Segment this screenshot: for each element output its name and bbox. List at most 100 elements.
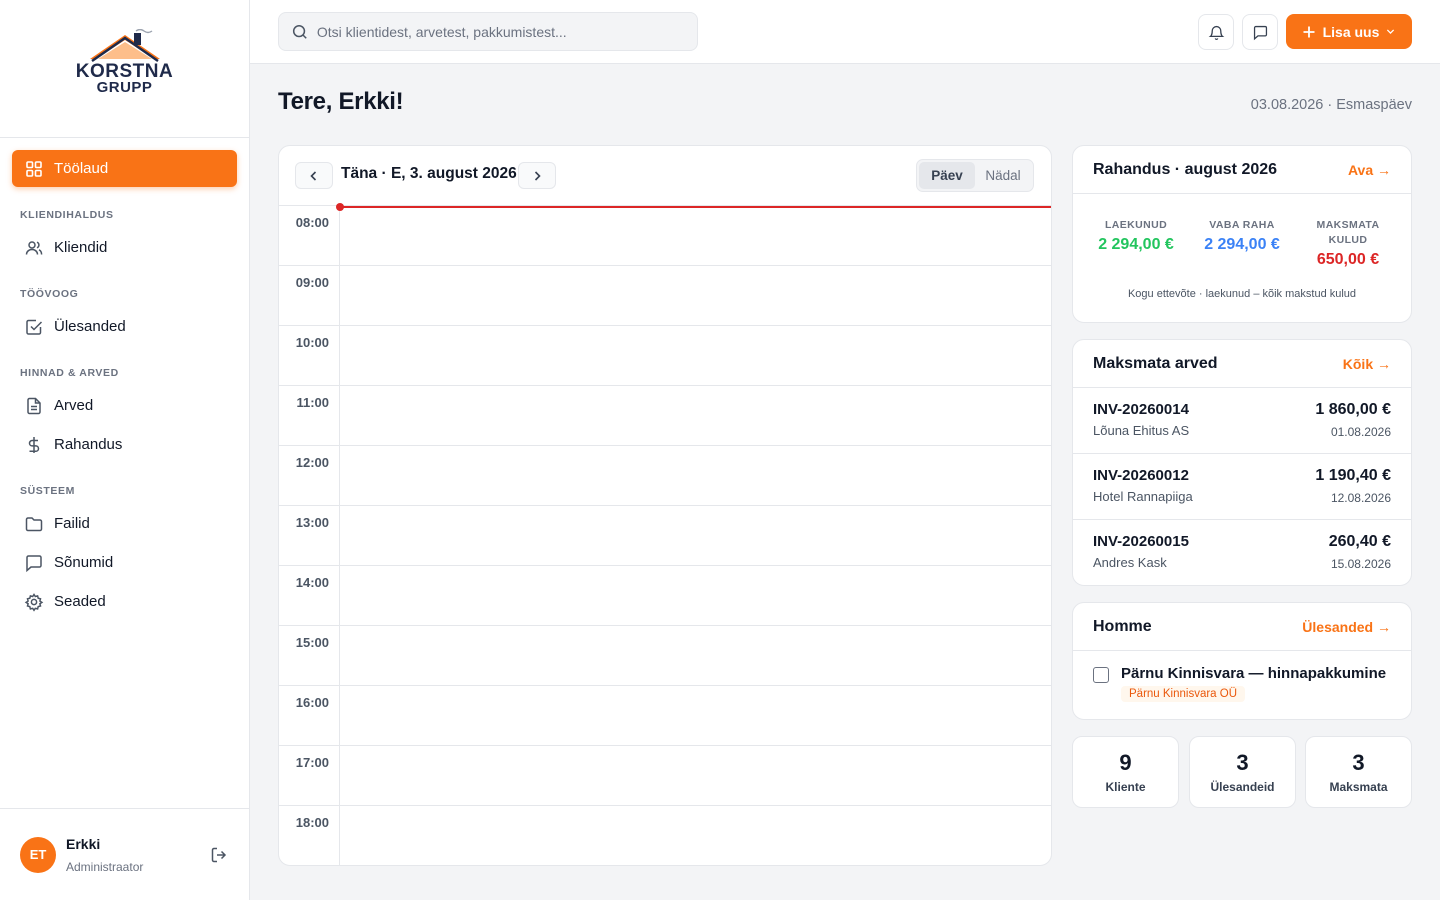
unpaid-invoices-all-link[interactable]: Kõik → [1343, 356, 1391, 372]
day-calendar: Täna · E, 3. august 2026 Päev Nädal 08:0… [278, 145, 1052, 866]
hour-row: 15:00 [279, 626, 1051, 686]
hour-slot[interactable] [339, 386, 1051, 445]
hour-slot[interactable] [339, 746, 1051, 805]
view-day-button[interactable]: Päev [919, 162, 975, 189]
message-icon [1253, 25, 1267, 40]
invoice-number: INV-20260014 [1093, 401, 1189, 418]
invoice-date: 12.08.2026 [1330, 491, 1391, 505]
hour-slot[interactable] [339, 326, 1051, 385]
gear-icon [24, 592, 44, 612]
hour-row: 17:00 [279, 746, 1051, 806]
chevron-right-icon [534, 170, 541, 181]
invoice-row[interactable]: INV-20260012 Hotel Rannapiiga 1 190,40 €… [1073, 454, 1411, 520]
unpaid-invoices-card: Maksmata arved Kõik → INV-20260014 Lõuna… [1072, 339, 1412, 586]
folder-icon [25, 516, 43, 531]
invoice-number: INV-20260012 [1093, 467, 1189, 484]
hour-label: 17:00 [295, 755, 329, 770]
stat-label: Ülesandeid [1210, 780, 1275, 794]
hour-slot[interactable] [339, 206, 1051, 265]
sidebar-item-sonumid[interactable]: Sõnumid [12, 544, 237, 581]
company-logo[interactable]: KORSTNA GRUPP [70, 28, 180, 109]
hour-label: 16:00 [295, 695, 329, 710]
logo-text-line2: GRUPP [96, 78, 153, 96]
grid-icon [26, 160, 42, 177]
hour-slot[interactable] [339, 506, 1051, 565]
nav-section-title: HINNAD & ARVED [20, 367, 119, 379]
finance-title: Rahandus · august 2026 [1093, 160, 1278, 178]
finance-note: Kogu ettevõte · laekunud – kõik makstud … [1127, 288, 1357, 300]
message-icon [26, 554, 42, 572]
logo-area: KORSTNA GRUPP [0, 0, 249, 138]
stat-value: 9 [1119, 750, 1132, 775]
hour-row: 16:00 [279, 686, 1051, 746]
calendar-grid: 08:00 09:00 10:00 11:00 12:00 13:00 14:00 15:00… [279, 203, 1051, 865]
sidebar-item-kliendid[interactable]: Kliendid [12, 229, 237, 266]
calendar-next-button[interactable] [518, 162, 556, 189]
hour-slot[interactable] [339, 446, 1051, 505]
search-bar[interactable] [278, 12, 698, 51]
hour-slot[interactable] [339, 626, 1051, 685]
notifications-button[interactable] [1198, 14, 1234, 50]
stat-clients[interactable]: 9 Kliente [1072, 736, 1179, 808]
topbar: Lisa uus [250, 0, 1440, 64]
nav-section-title: SÜSTEEM [20, 485, 75, 497]
finance-free-cash: VABA RAHA 2 294,00 € [1189, 218, 1295, 288]
avatar[interactable]: ET [20, 836, 56, 873]
calendar-title: Täna · E, 3. august 2026 [341, 165, 517, 182]
finance-received-value: 2 294,00 € [1098, 236, 1174, 253]
hour-label: 08:00 [295, 215, 329, 230]
task-checkbox[interactable] [1093, 667, 1109, 683]
invoice-date: 15.08.2026 [1330, 557, 1391, 571]
sidebar-item-failid[interactable]: Failid [12, 505, 237, 542]
invoice-client: Lõuna Ehitus AS [1093, 423, 1190, 438]
plus-icon [1303, 26, 1315, 37]
sidebar-item-ulesanded[interactable]: Ülesanded [12, 308, 237, 345]
logout-icon[interactable] [209, 845, 229, 865]
tomorrow-header: Homme Ülesanded → [1073, 603, 1411, 651]
calendar-prev-button[interactable] [295, 162, 333, 189]
document-icon [27, 397, 41, 414]
user-profile: ET Erkki Administraator [0, 808, 249, 900]
unpaid-invoices-title: Maksmata arved [1093, 354, 1218, 372]
hour-slot[interactable] [339, 806, 1051, 865]
finance-unpaid-value: 650,00 € [1316, 251, 1380, 268]
finance-card-header: Rahandus · august 2026 Ava → [1073, 146, 1411, 194]
dollar-icon [28, 436, 40, 453]
view-week-button[interactable]: Nädal [975, 162, 1031, 189]
hour-row: 10:00 [279, 326, 1051, 386]
finance-summary: LAEKUNUD 2 294,00 € VABA RAHA 2 294,00 €… [1073, 194, 1411, 288]
hour-slot[interactable] [339, 686, 1051, 745]
hour-label: 18:00 [295, 815, 329, 830]
task-title[interactable]: Pärnu Kinnisvara — hinnapakkumine [1121, 665, 1386, 682]
finance-card: Rahandus · august 2026 Ava → LAEKUNUD 2 … [1072, 145, 1412, 323]
hour-slot[interactable] [339, 266, 1051, 325]
add-new-label: Lisa uus [1322, 23, 1380, 40]
invoice-row[interactable]: INV-20260014 Lõuna Ehitus AS 1 860,00 € … [1073, 388, 1411, 454]
calendar-header: Täna · E, 3. august 2026 Päev Nädal [279, 146, 1051, 206]
stat-unpaid[interactable]: 3 Maksmata [1305, 736, 1412, 808]
invoice-client: Hotel Rannapiiga [1093, 489, 1193, 504]
stat-value: 3 [1236, 750, 1249, 775]
messages-button[interactable] [1242, 14, 1278, 50]
tasks-link[interactable]: Ülesanded → [1302, 619, 1391, 635]
sidebar-item-arved[interactable]: Arved [12, 387, 237, 424]
add-new-button[interactable]: Lisa uus [1286, 14, 1412, 49]
chevron-down-icon [1387, 29, 1395, 34]
invoice-row[interactable]: INV-20260015 Andres Kask 260,40 € 15.08.… [1073, 520, 1411, 585]
sidebar-item-label: Failid [54, 515, 90, 532]
invoice-date: 01.08.2026 [1330, 425, 1391, 439]
logo-text-line1: KORSTNA [75, 60, 174, 82]
sidebar-item-toolaud[interactable]: Töölaud [12, 150, 237, 187]
hour-label: 13:00 [295, 515, 329, 530]
hour-label: 14:00 [295, 575, 329, 590]
hour-slot[interactable] [339, 566, 1051, 625]
search-input[interactable] [316, 23, 685, 40]
finance-open-link[interactable]: Ava → [1348, 162, 1391, 178]
invoice-amount: 1 860,00 € [1315, 401, 1391, 418]
hour-row: 11:00 [279, 386, 1051, 446]
sidebar-item-seaded[interactable]: Seaded [12, 583, 237, 620]
sidebar-item-rahandus[interactable]: Rahandus [12, 426, 237, 463]
stat-tasks[interactable]: 3 Ülesandeid [1189, 736, 1296, 808]
hour-row: 12:00 [279, 446, 1051, 506]
invoice-amount: 1 190,40 € [1315, 467, 1391, 484]
